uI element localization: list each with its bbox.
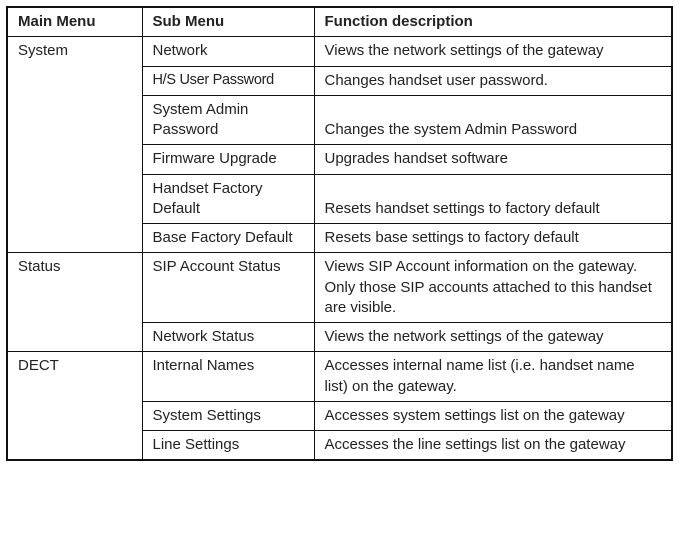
main-menu-cell: Status	[7, 253, 142, 352]
main-menu-cell: System	[7, 37, 142, 253]
sub-menu-cell: Line Settings	[142, 431, 314, 461]
table-header-row: Main Menu Sub Menu Function description	[7, 7, 672, 37]
desc-cell: Resets base settings to factory default	[314, 224, 672, 253]
desc-cell: Changes the system Admin Password	[314, 95, 672, 145]
header-sub: Sub Menu	[142, 7, 314, 37]
page: Main Menu Sub Menu Function description …	[0, 0, 679, 467]
main-menu-cell: DECT	[7, 352, 142, 461]
sub-menu-cell: Network Status	[142, 323, 314, 352]
sub-menu-cell: H/S User Password	[142, 66, 314, 95]
table-row: System Network Views the network setting…	[7, 37, 672, 66]
header-main: Main Menu	[7, 7, 142, 37]
desc-cell: Accesses the line settings list on the g…	[314, 431, 672, 461]
desc-cell: Changes handset user password.	[314, 66, 672, 95]
desc-cell: Views the network settings of the gatewa…	[314, 323, 672, 352]
desc-cell: Accesses system settings list on the gat…	[314, 401, 672, 430]
sub-menu-cell: System Settings	[142, 401, 314, 430]
table-row: DECT Internal Names Accesses internal na…	[7, 352, 672, 402]
sub-menu-cell: Firmware Upgrade	[142, 145, 314, 174]
desc-cell: Resets handset settings to factory defau…	[314, 174, 672, 224]
desc-cell: Accesses internal name list (i.e. handse…	[314, 352, 672, 402]
header-desc: Function description	[314, 7, 672, 37]
sub-menu-cell: Internal Names	[142, 352, 314, 402]
sub-menu-cell: Network	[142, 37, 314, 66]
sub-menu-cell: Handset Factory Default	[142, 174, 314, 224]
sub-menu-cell: SIP Account Status	[142, 253, 314, 323]
desc-cell: Views SIP Account information on the gat…	[314, 253, 672, 323]
sub-menu-cell: Base Factory Default	[142, 224, 314, 253]
table-row: Status SIP Account Status Views SIP Acco…	[7, 253, 672, 323]
menu-table: Main Menu Sub Menu Function description …	[6, 6, 673, 461]
desc-cell: Upgrades handset software	[314, 145, 672, 174]
sub-menu-cell: System Admin Password	[142, 95, 314, 145]
desc-cell: Views the network settings of the gatewa…	[314, 37, 672, 66]
